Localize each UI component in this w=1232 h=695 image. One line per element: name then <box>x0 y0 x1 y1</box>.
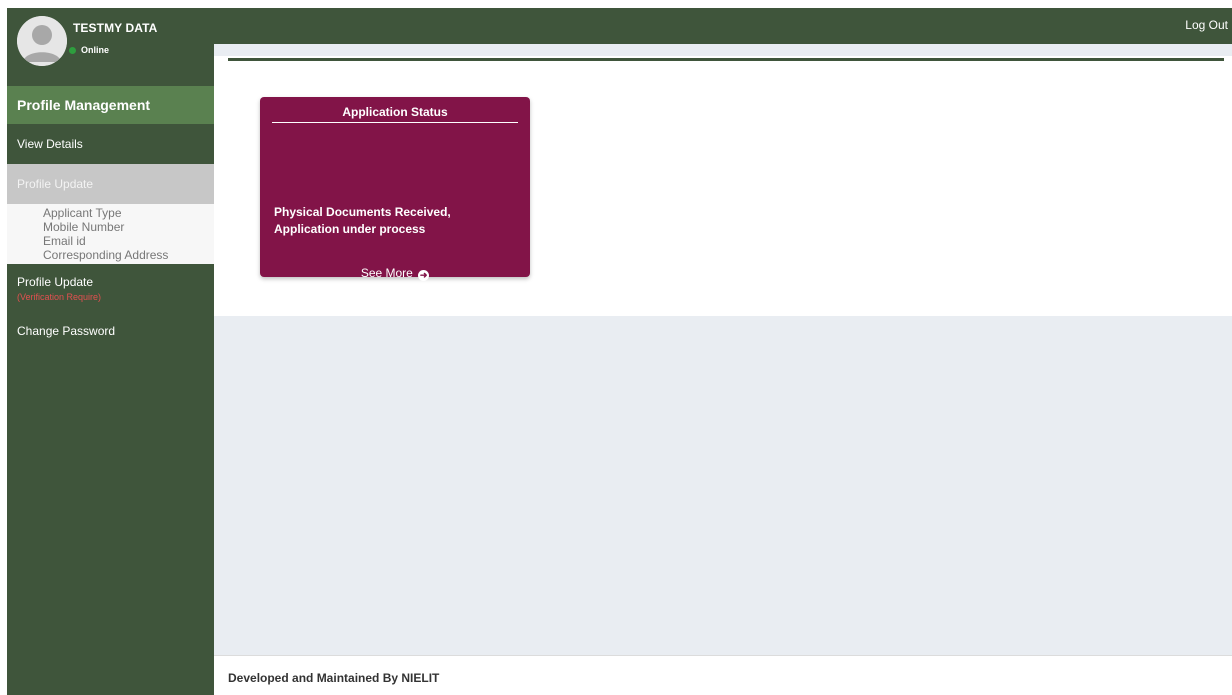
arrow-circle-right-icon: ➜ <box>418 270 430 281</box>
card-title: Application Status <box>272 105 518 123</box>
see-more-link[interactable]: See More ➜ <box>260 266 530 281</box>
page-root: TESTMY DATA Online Profile Management Vi… <box>0 0 1232 695</box>
verification-required-note: (Verification Require) <box>17 292 102 302</box>
submenu-item-email-id[interactable]: Email id <box>7 234 214 248</box>
sidebar-item-change-password[interactable]: Change Password <box>7 316 214 346</box>
user-name: TESTMY DATA <box>73 21 158 35</box>
user-panel: TESTMY DATA Online <box>7 8 214 86</box>
user-status-label: Online <box>81 45 110 55</box>
main-content: Application Status Physical Documents Re… <box>214 44 1232 655</box>
see-more-label: See More <box>360 266 413 280</box>
sidebar-section-title: Profile Management <box>7 86 214 124</box>
sidebar-item-label: Change Password <box>17 324 116 338</box>
application-status-card: Application Status Physical Documents Re… <box>260 97 530 281</box>
left-edge-strip <box>0 0 7 695</box>
application-status-message: Physical Documents Received, Application… <box>274 205 451 236</box>
profile-update-submenu: Applicant Type Mobile Number Email id Co… <box>7 204 214 264</box>
sidebar: TESTMY DATA Online Profile Management Vi… <box>7 8 214 695</box>
sidebar-item-view-details[interactable]: View Details <box>7 124 214 164</box>
sidebar-item-label: Profile Update <box>17 177 94 191</box>
sidebar-item-profile-update-verification[interactable]: Profile Update (Verification Require) <box>7 264 214 316</box>
content-panel: Application Status Physical Documents Re… <box>214 56 1232 316</box>
submenu-item-mobile-number[interactable]: Mobile Number <box>7 220 214 234</box>
logout-link[interactable]: Log Out <box>1185 18 1228 32</box>
footer-text: Developed and Maintained By NIELIT <box>228 671 440 685</box>
footer: Developed and Maintained By NIELIT <box>214 655 1232 695</box>
header-divider <box>228 58 1224 61</box>
sidebar-item-label: View Details <box>17 137 83 151</box>
content-top-band <box>214 44 1232 56</box>
user-status: Online <box>69 45 109 55</box>
top-bar: Log Out <box>214 8 1232 44</box>
user-avatar-icon <box>17 16 67 66</box>
submenu-item-applicant-type[interactable]: Applicant Type <box>7 206 214 220</box>
submenu-item-corresponding-address[interactable]: Corresponding Address <box>7 248 214 262</box>
online-dot-icon <box>69 46 76 54</box>
sidebar-item-label: Profile Update <box>17 275 94 289</box>
sidebar-item-profile-update[interactable]: Profile Update <box>7 164 214 204</box>
